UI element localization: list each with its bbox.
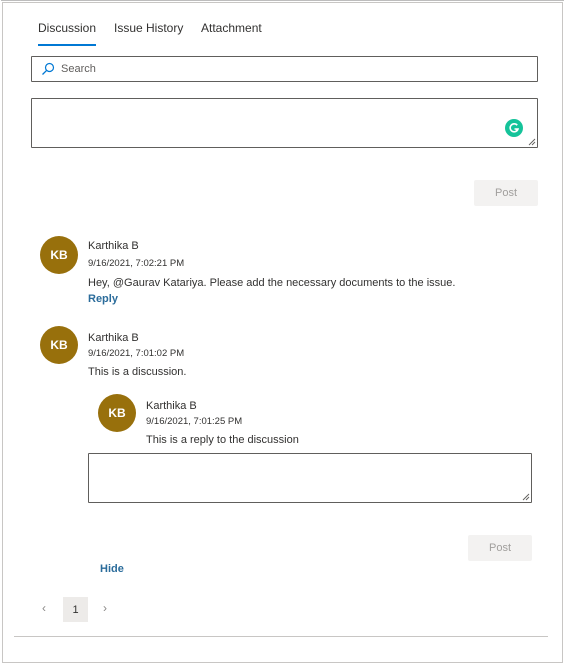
divider (14, 636, 548, 637)
comment-text: This is a discussion. (88, 366, 187, 378)
reply-link[interactable]: Reply (88, 293, 118, 305)
reply-text: This is a reply to the discussion (146, 434, 299, 446)
tab-attachment[interactable]: Attachment (201, 20, 262, 36)
tab-discussion[interactable]: Discussion (38, 20, 97, 46)
post-button[interactable]: Post (474, 180, 538, 206)
comment-text: Hey, @Gaurav Katariya. Please add the ne… (88, 277, 456, 289)
reply-author: Karthika B (146, 400, 197, 412)
resize-handle-icon[interactable] (527, 137, 536, 146)
comment-author: Karthika B (88, 332, 139, 344)
tab-issue-history[interactable]: Issue History (114, 20, 183, 36)
comment-timestamp: 9/16/2021, 7:02:21 PM (88, 258, 185, 269)
comment-author: Karthika B (88, 240, 139, 252)
page-1-button[interactable]: 1 (63, 597, 88, 622)
prev-page-icon[interactable]: ‹ (42, 601, 46, 615)
avatar: KB (40, 326, 78, 364)
hide-link[interactable]: Hide (100, 563, 124, 575)
search-box[interactable]: Search (31, 56, 538, 82)
comment-input[interactable] (31, 98, 538, 148)
search-placeholder: Search (61, 63, 96, 75)
grammarly-icon[interactable] (505, 119, 523, 137)
comment-timestamp: 9/16/2021, 7:01:02 PM (88, 348, 185, 359)
reply-timestamp: 9/16/2021, 7:01:25 PM (146, 416, 243, 427)
resize-handle-icon[interactable] (521, 492, 530, 501)
avatar: KB (40, 236, 78, 274)
next-page-icon[interactable]: › (103, 601, 107, 615)
reply-input[interactable] (88, 453, 532, 503)
search-icon (41, 62, 55, 76)
reply-post-button[interactable]: Post (468, 535, 532, 561)
reply-avatar: KB (98, 394, 136, 432)
